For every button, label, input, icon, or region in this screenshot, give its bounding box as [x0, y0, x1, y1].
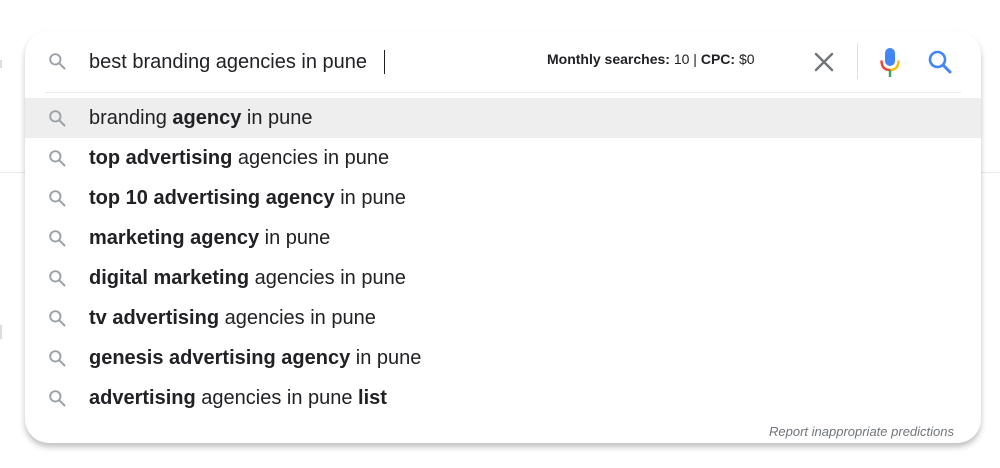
search-icon [47, 148, 67, 168]
suggestion-text-plain: branding [89, 107, 173, 129]
search-bar: Monthly searches: 10 | CPC: $0 [25, 31, 981, 91]
suggestion-item[interactable]: genesis advertising agency in pune [25, 338, 981, 378]
search-submit-icon[interactable] [925, 47, 955, 77]
text-cursor [384, 50, 385, 74]
suggestion-text: top 10 advertising agency in pune [89, 187, 406, 210]
suggestion-text-bold: top 10 advertising agency [89, 187, 335, 209]
report-predictions-link[interactable]: Report inappropriate predictions [769, 424, 954, 439]
search-icon [47, 228, 67, 248]
suggestion-text-plain: agencies in pune [219, 307, 376, 329]
search-bar-separator [45, 92, 961, 93]
metrics-divider: | [693, 51, 697, 67]
suggestion-text-bold: marketing agency [89, 227, 260, 249]
suggestion-item[interactable]: digital marketing agencies in pune [25, 258, 981, 298]
cpc-label: CPC: [700, 51, 736, 67]
suggestion-text-bold: advertising [89, 387, 196, 409]
close-icon[interactable] [809, 47, 839, 77]
suggestion-text-plain: in pune [241, 107, 313, 129]
suggestion-item[interactable]: marketing agency in pune [25, 218, 981, 258]
search-icon [47, 268, 67, 288]
suggestion-text-plain: in pune [350, 347, 422, 369]
suggestion-text-bold: genesis advertising agency [89, 347, 351, 369]
suggestion-text-bold: agency [172, 107, 242, 129]
suggestion-text-bold: digital marketing [89, 267, 250, 289]
search-icon [47, 388, 67, 408]
search-icon [47, 348, 67, 368]
toolbar-divider [857, 43, 858, 79]
suggestion-text: marketing agency in pune [89, 227, 330, 250]
page-edge-mark [0, 325, 2, 339]
cpc-value: $0 [738, 51, 755, 67]
suggestion-list: branding agency in pune top advertising a… [25, 98, 981, 418]
suggestion-text: top advertising agencies in pune [89, 147, 389, 170]
suggestion-text-plain: in pune [334, 187, 406, 209]
suggestion-text: branding agency in pune [89, 107, 313, 130]
suggestion-item[interactable]: tv advertising agencies in pune [25, 298, 981, 338]
keyword-metrics: Monthly searches: 10 | CPC: $0 [547, 51, 755, 67]
microphone-icon[interactable] [875, 45, 905, 79]
suggestion-item[interactable]: top advertising agencies in pune [25, 138, 981, 178]
suggestion-text-plain: in pune [259, 227, 331, 249]
search-icon [47, 108, 67, 128]
suggestion-text-bold: list [358, 387, 387, 409]
search-icon [47, 188, 67, 208]
suggestion-text-bold: top advertising [89, 147, 233, 169]
page-edge-mark [0, 60, 2, 68]
search-autocomplete-box: Monthly searches: 10 | CPC: $0 branding … [25, 31, 981, 443]
suggestion-text: digital marketing agencies in pune [89, 267, 406, 290]
suggestion-text-plain: agencies in pune [232, 147, 390, 169]
suggestion-item[interactable]: top 10 advertising agency in pune [25, 178, 981, 218]
suggestion-text-bold: tv advertising [89, 307, 220, 329]
monthly-searches-label: Monthly searches: [547, 51, 670, 67]
suggestion-text-plain: agencies in pune [249, 267, 406, 289]
suggestion-text: genesis advertising agency in pune [89, 347, 421, 370]
search-icon [47, 308, 67, 328]
search-icon [49, 53, 66, 70]
suggestion-text: tv advertising agencies in pune [89, 307, 376, 330]
suggestion-item[interactable]: advertising agencies in pune list [25, 378, 981, 418]
suggestion-text: advertising agencies in pune list [89, 387, 387, 410]
search-input[interactable] [89, 48, 509, 76]
monthly-searches-value: 10 [673, 51, 690, 67]
suggestion-item[interactable]: branding agency in pune [25, 98, 981, 138]
suggestion-text-plain: agencies in pune [195, 387, 359, 409]
